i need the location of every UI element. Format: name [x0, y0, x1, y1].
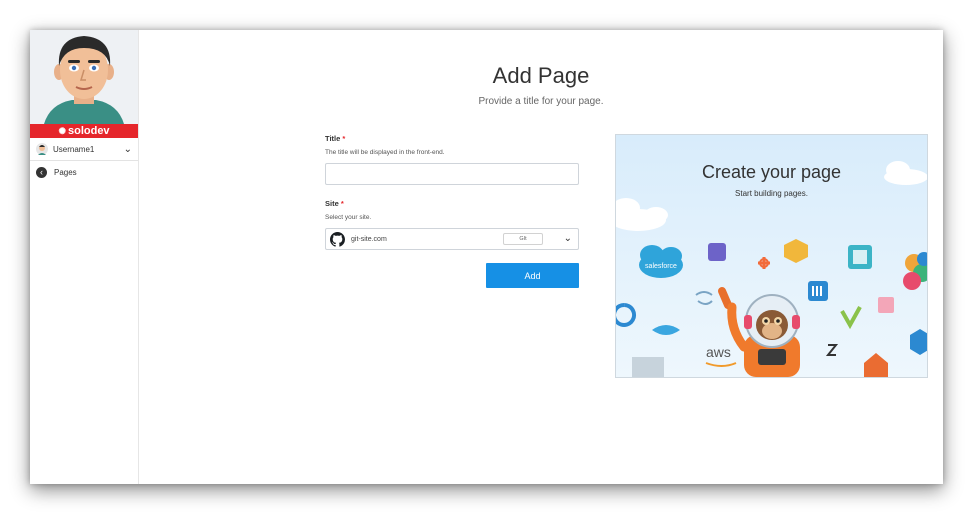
svg-text:salesforce: salesforce	[645, 263, 677, 270]
github-icon	[330, 231, 345, 247]
chevron-down-icon: ⌄	[123, 143, 132, 155]
promo-subtitle: Start building pages.	[735, 189, 808, 198]
main-content: Add Page Provide a title for your page. …	[139, 30, 943, 484]
user-avatar-small-icon	[36, 143, 48, 155]
site-type-badge: GIt	[503, 233, 543, 245]
promo-illustration: salesforce aws Create your page Start bu…	[615, 134, 928, 378]
required-marker: *	[342, 134, 346, 143]
page-title: Add Page	[492, 63, 590, 88]
title-input[interactable]	[325, 163, 579, 185]
brand-bar: ✺ solodev	[30, 124, 138, 138]
required-marker: *	[340, 199, 344, 208]
site-select[interactable]: git-site.com GIt ⌄	[325, 228, 579, 250]
sidebar-item-label: Pages	[54, 167, 77, 177]
brand-name: solodev	[67, 125, 110, 137]
username-label: Username1	[53, 144, 95, 154]
selected-site: git-site.com	[351, 235, 387, 243]
arrow-left-circle-icon: ‹	[36, 166, 47, 178]
aws-logo-icon: aws	[706, 344, 731, 360]
app-window: ✺ solodev Username1 ⌄ ‹ Pages Add Page P…	[30, 30, 943, 484]
title-field-label: Title *	[325, 134, 346, 143]
sidebar-item-pages[interactable]: ‹ Pages	[30, 161, 138, 183]
user-menu[interactable]: Username1 ⌄	[30, 138, 138, 161]
site-field-hint: Select your site.	[325, 214, 372, 221]
sidebar: ✺ solodev Username1 ⌄ ‹ Pages	[30, 30, 139, 484]
title-field-hint: The title will be displayed in the front…	[325, 149, 445, 156]
page-subtitle: Provide a title for your page.	[478, 96, 604, 107]
promo-title: Create your page	[701, 162, 842, 182]
add-page-form: Title * The title will be displayed in t…	[325, 134, 579, 288]
add-button[interactable]: Add	[486, 263, 579, 288]
user-avatar	[30, 30, 138, 124]
site-field-label: Site *	[325, 199, 344, 208]
solodev-logo-icon: ✺	[58, 125, 66, 136]
chevron-down-icon: ⌄	[563, 233, 572, 244]
salesforce-logo-icon: salesforce	[639, 245, 683, 278]
